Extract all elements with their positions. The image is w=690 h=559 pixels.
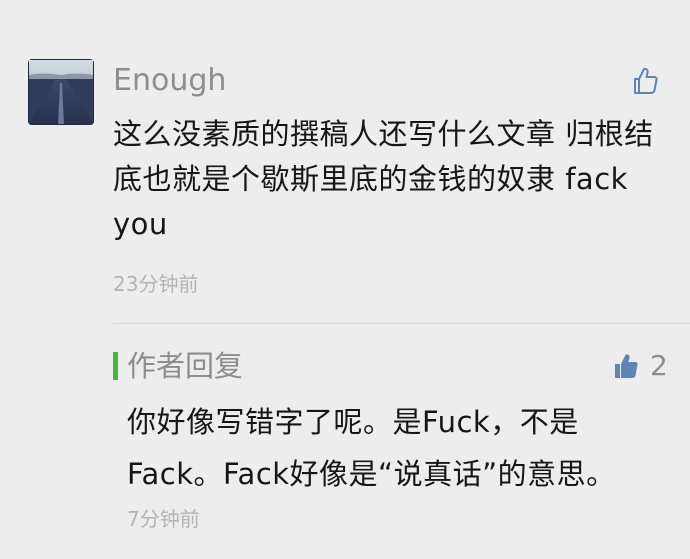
reply-accent-bar: [113, 352, 118, 380]
comment-username: Enough: [113, 63, 227, 98]
author-reply: 作者回复 2 你好像写错字了呢。是Fuck，不是Fack。Fack好像是“说真话…: [0, 330, 690, 559]
reply-timestamp: 7分钟前: [127, 507, 200, 531]
like-button[interactable]: [628, 64, 662, 98]
road-avatar-image: [28, 59, 94, 125]
reply-like-button[interactable]: [612, 351, 640, 381]
comment-text: 这么没素质的撰稿人还写什么文章 归根结底也就是个歇斯里底的金钱的奴隶 fack …: [113, 117, 654, 241]
comment-timestamp: 23分钟前: [113, 272, 199, 296]
reply-author-label: 作者回复: [127, 349, 244, 383]
thumbs-up-outline-icon: [634, 67, 658, 94]
divider: [113, 323, 690, 324]
comment-item: Enough 这么没素质的撰稿人还写什么文章 归根结底也就是个歇斯里底的金钱的奴…: [0, 0, 690, 330]
thumbs-up-filled-icon: [615, 354, 638, 378]
avatar[interactable]: [28, 59, 94, 125]
reply-like-count: 2: [650, 349, 668, 382]
reply-text: 你好像写错字了呢。是Fuck，不是Fack。Fack好像是“说真话”的意思。: [127, 405, 616, 491]
